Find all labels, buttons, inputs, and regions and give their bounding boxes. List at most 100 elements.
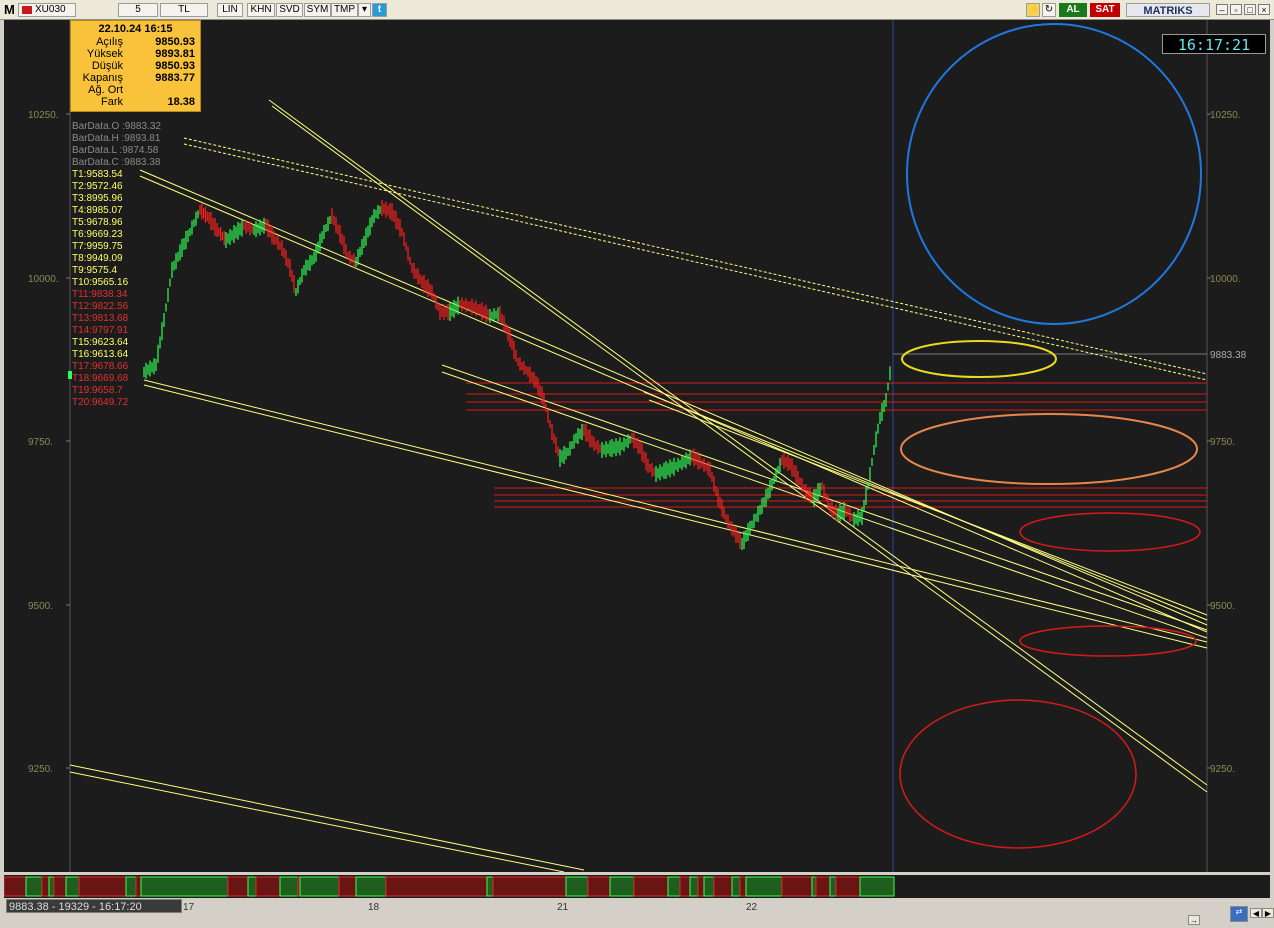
signal-up-block — [25, 876, 43, 897]
info-label: Ağ. Ort — [88, 84, 123, 96]
dashed-trend-line — [183, 137, 1208, 375]
signal-down-block — [679, 876, 691, 897]
signal-down-block — [713, 876, 733, 897]
clock-display: 16:17:21 — [1162, 34, 1266, 54]
trend-line — [271, 105, 1208, 793]
signal-down-block — [135, 876, 142, 897]
scroll-end-icon[interactable]: → — [1188, 915, 1200, 925]
signal-up-block — [745, 876, 783, 897]
y-axis-label-right: 9500. — [1210, 601, 1235, 612]
signal-down-block — [227, 876, 249, 897]
y-axis-label-right: 9750. — [1210, 437, 1235, 448]
info-row: Açılış 9850.93 — [71, 36, 200, 48]
dropdown-arrow-icon[interactable]: ▾ — [358, 3, 371, 17]
info-label: Fark — [101, 96, 123, 108]
sell-button[interactable]: SAT — [1090, 3, 1120, 17]
signal-down-block — [41, 876, 50, 897]
signal-strip-svg — [4, 876, 895, 897]
tmp-button[interactable]: TMP — [331, 3, 358, 17]
khn-button[interactable]: KHN — [247, 3, 275, 17]
signal-down-block — [835, 876, 861, 897]
minimize-icon[interactable]: ‒ — [1216, 4, 1228, 15]
info-row: Kapanış 9883.77 — [71, 72, 200, 84]
brand-logo: MATRIKS — [1126, 3, 1210, 17]
trend-level-line: T3:8995.96 — [72, 193, 123, 204]
trend-line — [139, 169, 1208, 626]
signal-up-block — [609, 876, 635, 897]
period-selector[interactable]: 5 — [118, 3, 158, 17]
info-value: 9883.77 — [155, 72, 195, 84]
symbol-flag-icon — [22, 6, 32, 14]
signal-down-block — [815, 876, 831, 897]
currency-selector[interactable]: TL — [160, 3, 208, 17]
twitter-icon[interactable]: t — [372, 3, 387, 17]
bardata-line: BarData.C :9883.38 — [72, 157, 161, 168]
trend-level-line: T4:8985.07 — [72, 205, 123, 216]
sync-icon[interactable]: ⇄ — [1230, 906, 1248, 922]
price-chart[interactable]: 10250. 10250. 10000. 10000. 9750. 9750. 9500. 9… — [4, 20, 1270, 872]
signal-down-block — [4, 876, 27, 897]
refresh-icon[interactable]: ↻ — [1042, 3, 1056, 17]
signal-up-block — [829, 876, 837, 897]
close-icon[interactable]: × — [1258, 4, 1270, 15]
signal-down-block — [492, 876, 567, 897]
last-price-label: 9883.38 — [1210, 350, 1247, 361]
trend-line — [69, 764, 585, 871]
trend-line — [268, 99, 1208, 786]
trend-level-line: T14:9797.91 — [72, 325, 129, 336]
sym-button[interactable]: SYM — [304, 3, 331, 17]
trend-line — [143, 384, 1208, 649]
blue-circle-zone — [906, 23, 1202, 325]
scroll-right-icon[interactable]: ▶ — [1262, 908, 1274, 918]
signal-up-block — [703, 876, 715, 897]
trend-level-line: T5:9678.96 — [72, 217, 123, 228]
info-value: 18.38 — [167, 96, 195, 108]
signal-up-block — [355, 876, 387, 897]
trend-level-line: T9:9575.4 — [72, 265, 118, 276]
x-axis-label: 21 — [557, 902, 569, 913]
scroll-left-icon[interactable]: ◀ — [1250, 908, 1262, 918]
y-axis-label-left: 9750. — [28, 437, 53, 448]
signal-up-block — [859, 876, 895, 897]
signal-down-block — [53, 876, 67, 897]
signal-down-block — [697, 876, 705, 897]
horizontal-scrollbar[interactable]: → ⇄ ◀ ▶ — [4, 906, 1274, 926]
bar-datetime: 22.10.24 16:15 — [98, 23, 173, 35]
trend-level-line: T8:9949.09 — [72, 253, 123, 264]
chart-panel[interactable]: 10250. 10250. 10000. 10000. 9750. 9750. 9500. 9… — [4, 20, 1270, 872]
info-label: Düşük — [91, 60, 123, 72]
signal-up-block — [65, 876, 80, 897]
signal-up-block — [667, 876, 681, 897]
trend-level-line: T20:9649.72 — [72, 397, 129, 408]
signal-down-block — [781, 876, 813, 897]
dashed-trend-line — [183, 143, 1208, 381]
red-ellipse-zone — [1019, 625, 1197, 657]
buy-button[interactable]: AL — [1059, 3, 1087, 17]
symbol-selector[interactable]: XU030 — [18, 3, 76, 17]
info-row: Fark 18.38 — [71, 96, 200, 108]
signal-down-block — [587, 876, 611, 897]
maximize-icon[interactable]: □ — [1244, 4, 1256, 15]
trend-level-line: T7:9959.75 — [72, 241, 123, 252]
red-ellipse-zone — [899, 699, 1137, 849]
orange-ellipse-zone — [900, 413, 1198, 485]
restore-icon[interactable]: ▫ — [1230, 4, 1242, 15]
signal-up-block — [811, 876, 817, 897]
lightning-icon[interactable]: ⚡ — [1026, 3, 1040, 17]
lin-button[interactable]: LIN — [217, 3, 243, 17]
signal-up-block — [140, 876, 229, 897]
bardata-line: BarData.H :9893.81 — [72, 133, 161, 144]
y-axis-label-left: 10250. — [28, 110, 59, 121]
signal-up-block — [689, 876, 699, 897]
trend-level-line: T6:9669.23 — [72, 229, 123, 240]
info-row: Düşük 9850.93 — [71, 60, 200, 72]
bardata-line: BarData.L :9874.58 — [72, 145, 159, 156]
trend-line — [69, 771, 565, 872]
symbol-label: XU030 — [35, 4, 66, 15]
signal-up-block — [299, 876, 340, 897]
signal-down-block — [633, 876, 669, 897]
svd-button[interactable]: SVD — [276, 3, 303, 17]
trend-level-line: T16:9613.64 — [72, 349, 129, 360]
signal-strip — [4, 875, 1270, 898]
trend-level-line: T18:9669.68 — [72, 373, 129, 384]
